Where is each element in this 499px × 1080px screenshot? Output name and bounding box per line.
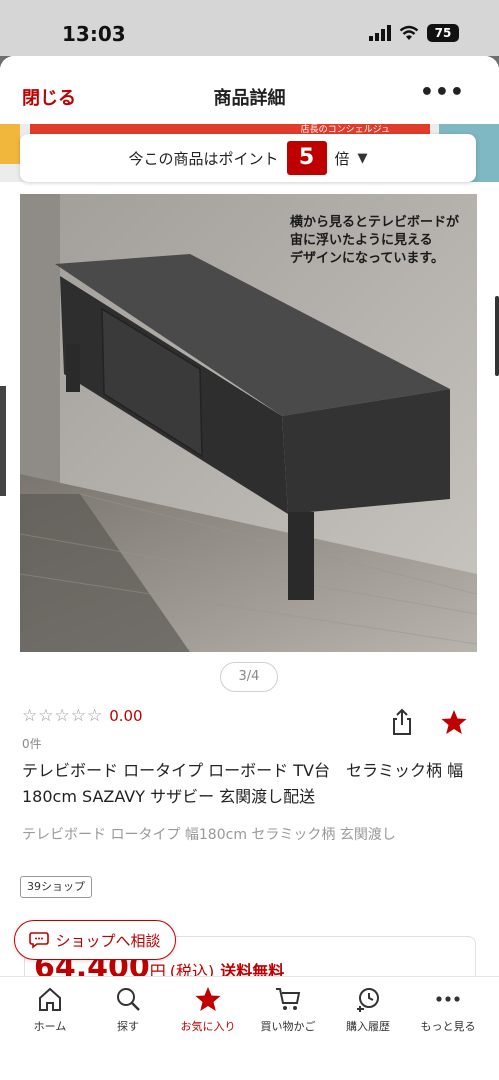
- consult-label: ショップへ相談: [55, 931, 161, 950]
- product-subtitle: テレビボード ロータイプ 幅180cm セラミック柄 玄関渡し: [22, 827, 396, 843]
- points-card[interactable]: 今この商品はポイント 5 倍 ▼: [20, 134, 476, 182]
- tab-label: ホーム: [33, 1020, 67, 1033]
- status-bar: 13:03 75: [0, 0, 499, 56]
- favorite-star-icon[interactable]: [440, 708, 468, 736]
- tab-label: お気に入り: [180, 1020, 236, 1033]
- image-caption-line: 宙に浮いたように見える: [289, 233, 433, 248]
- rating-stars: ☆☆☆☆☆: [22, 706, 104, 726]
- shipping-label: 送料無料: [220, 962, 285, 976]
- tab-label: 買い物かご: [260, 1020, 316, 1033]
- search-icon: [117, 988, 140, 1011]
- points-multiplier-badge: 5: [286, 141, 327, 175]
- scrollbar-thumb[interactable]: [495, 296, 499, 376]
- review-count[interactable]: 0件: [22, 735, 42, 752]
- shop-tag: 39ショップ: [20, 876, 92, 898]
- tab-favorites[interactable]: お気に入り: [168, 985, 248, 1034]
- product-detail-sheet: 閉じる 商品詳細 ••• 店長のコンシェルジュ 今この商品はポイント 5 倍 ▼: [0, 56, 499, 1080]
- nav-bar: 閉じる 商品詳細 •••: [0, 56, 499, 124]
- image-pager: 3/4: [220, 662, 278, 692]
- more-options-button[interactable]: •••: [420, 80, 465, 105]
- tab-more[interactable]: もっと見る: [408, 985, 488, 1034]
- banner-left-graphic: [0, 124, 20, 164]
- home-icon: [39, 987, 61, 1011]
- image-caption-line: デザインになっています。: [289, 251, 445, 266]
- tab-label: 購入履歴: [346, 1020, 390, 1033]
- signal-icon: [369, 25, 391, 41]
- tab-label: 探す: [117, 1020, 139, 1033]
- wifi-icon: [399, 25, 419, 40]
- price-tax: (税込): [169, 962, 215, 976]
- cart-icon: [276, 988, 301, 1010]
- share-icon[interactable]: [390, 708, 414, 736]
- status-icons: 75: [369, 24, 459, 42]
- consult-shop-button[interactable]: ショップへ相談: [14, 920, 176, 960]
- bottom-tab-bar: ホーム 探す お気に入り 買い物かご 購入履歴 もっと見る: [0, 976, 499, 1080]
- points-suffix: 倍: [334, 149, 350, 168]
- chat-bubble-icon: [29, 932, 50, 949]
- tab-label: もっと見る: [420, 1020, 476, 1033]
- more-icon: [436, 996, 460, 1002]
- tab-search[interactable]: 探す: [88, 985, 168, 1034]
- caret-down-icon: ▼: [357, 150, 368, 166]
- previous-image-peek[interactable]: [0, 386, 6, 496]
- product-image[interactable]: 横から見るとテレビボードが 宙に浮いたように見える デザインになっています。: [20, 194, 477, 652]
- rating-score: 0.00: [109, 707, 143, 725]
- points-prefix: 今この商品はポイント: [128, 149, 279, 168]
- image-caption-line: 横から見るとテレビボードが: [289, 215, 459, 230]
- product-title: テレビボード ロータイプ ローボード TV台 セラミック柄 幅180cm SAZ…: [22, 761, 464, 806]
- tab-cart[interactable]: 買い物かご: [248, 985, 328, 1034]
- image-caption: 横から見るとテレビボードが 宙に浮いたように見える デザインになっています。: [290, 214, 459, 268]
- tab-home[interactable]: ホーム: [10, 985, 90, 1034]
- tab-history[interactable]: 購入履歴: [328, 985, 408, 1034]
- status-time: 13:03: [62, 22, 126, 46]
- rating-row[interactable]: ☆☆☆☆☆ 0.00: [22, 706, 143, 726]
- star-icon: [195, 987, 221, 1011]
- battery-indicator: 75: [427, 24, 459, 42]
- price-unit: 円: [149, 962, 166, 976]
- history-icon: [357, 988, 379, 1012]
